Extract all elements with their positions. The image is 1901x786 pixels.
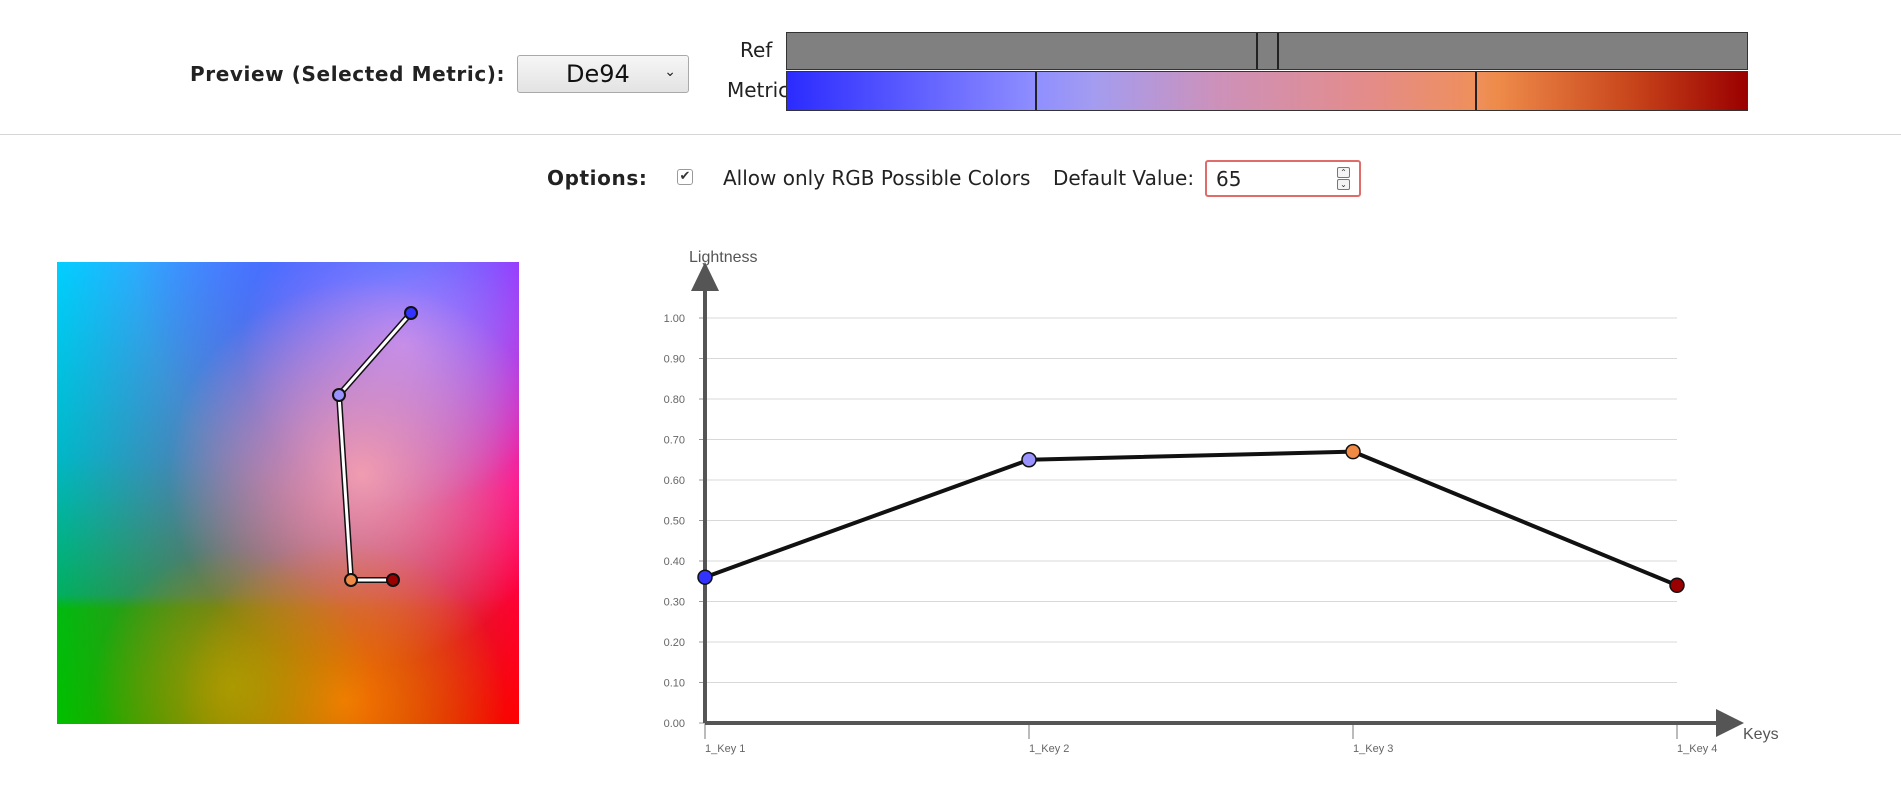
ref-key-marker	[1277, 33, 1279, 69]
default-value-text: 65	[1216, 167, 1242, 191]
ref-color-bar	[786, 32, 1748, 70]
y-tick-label: 0.60	[664, 475, 685, 487]
y-tick-label: 1.00	[664, 313, 685, 325]
rgb-only-label[interactable]: Allow only RGB Possible Colors	[723, 166, 1030, 190]
spin-up-icon[interactable]: ⌃	[1337, 167, 1350, 178]
x-tick-label: 1_Key 4	[1677, 743, 1717, 755]
metric-select[interactable]: De94 ⌄	[517, 55, 689, 93]
y-tick-label: 0.20	[664, 637, 685, 649]
preview-label: Preview (Selected Metric):	[190, 62, 506, 86]
lightness-key-point[interactable]	[697, 569, 713, 585]
y-tick-label: 0.00	[664, 718, 685, 730]
y-axis-label: Lightness	[689, 249, 758, 266]
ref-label: Ref	[740, 38, 773, 62]
x-axis-label: Keys	[1743, 726, 1779, 743]
rgb-only-checkbox[interactable]: ✔	[677, 169, 693, 185]
y-tick-label: 0.90	[664, 354, 685, 366]
y-tick-label: 0.30	[664, 597, 685, 609]
lightness-key-point[interactable]	[1345, 443, 1361, 460]
lightness-series-line	[704, 449, 1678, 588]
lightness-key-point[interactable]	[1021, 452, 1037, 468]
metric-key-marker	[1035, 72, 1037, 110]
y-tick-label: 0.70	[664, 435, 685, 447]
plane-key-point[interactable]	[386, 573, 400, 587]
y-axis-arrow	[691, 262, 719, 291]
y-tick-label: 0.80	[664, 394, 685, 406]
x-tick-label: 1_Key 1	[705, 743, 745, 755]
plane-key-point[interactable]	[332, 388, 346, 402]
lightness-key-point[interactable]	[1669, 577, 1685, 594]
section-divider	[0, 134, 1901, 135]
chevron-down-icon: ⌄	[664, 64, 676, 80]
y-tick-label: 0.10	[664, 678, 685, 690]
default-value-input[interactable]: 65 ⌃ ⌄	[1205, 160, 1361, 197]
options-label: Options:	[547, 166, 648, 190]
x-tick-label: 1_Key 3	[1353, 743, 1393, 755]
y-tick-label: 0.40	[664, 556, 685, 568]
plane-key-point[interactable]	[344, 573, 358, 587]
metric-label: Metric	[727, 78, 790, 102]
metric-select-value: De94	[566, 60, 630, 88]
color-plane[interactable]	[57, 262, 519, 724]
default-value-label: Default Value:	[1053, 166, 1195, 190]
y-tick-label: 0.50	[664, 516, 685, 528]
ref-key-marker	[1256, 33, 1258, 69]
x-tick-label: 1_Key 2	[1029, 743, 1069, 755]
plane-key-point[interactable]	[404, 306, 418, 320]
metric-key-marker	[1475, 72, 1477, 110]
metric-color-bar	[786, 71, 1748, 111]
spin-down-icon[interactable]: ⌄	[1337, 179, 1350, 190]
x-axis-arrow	[1716, 709, 1744, 737]
